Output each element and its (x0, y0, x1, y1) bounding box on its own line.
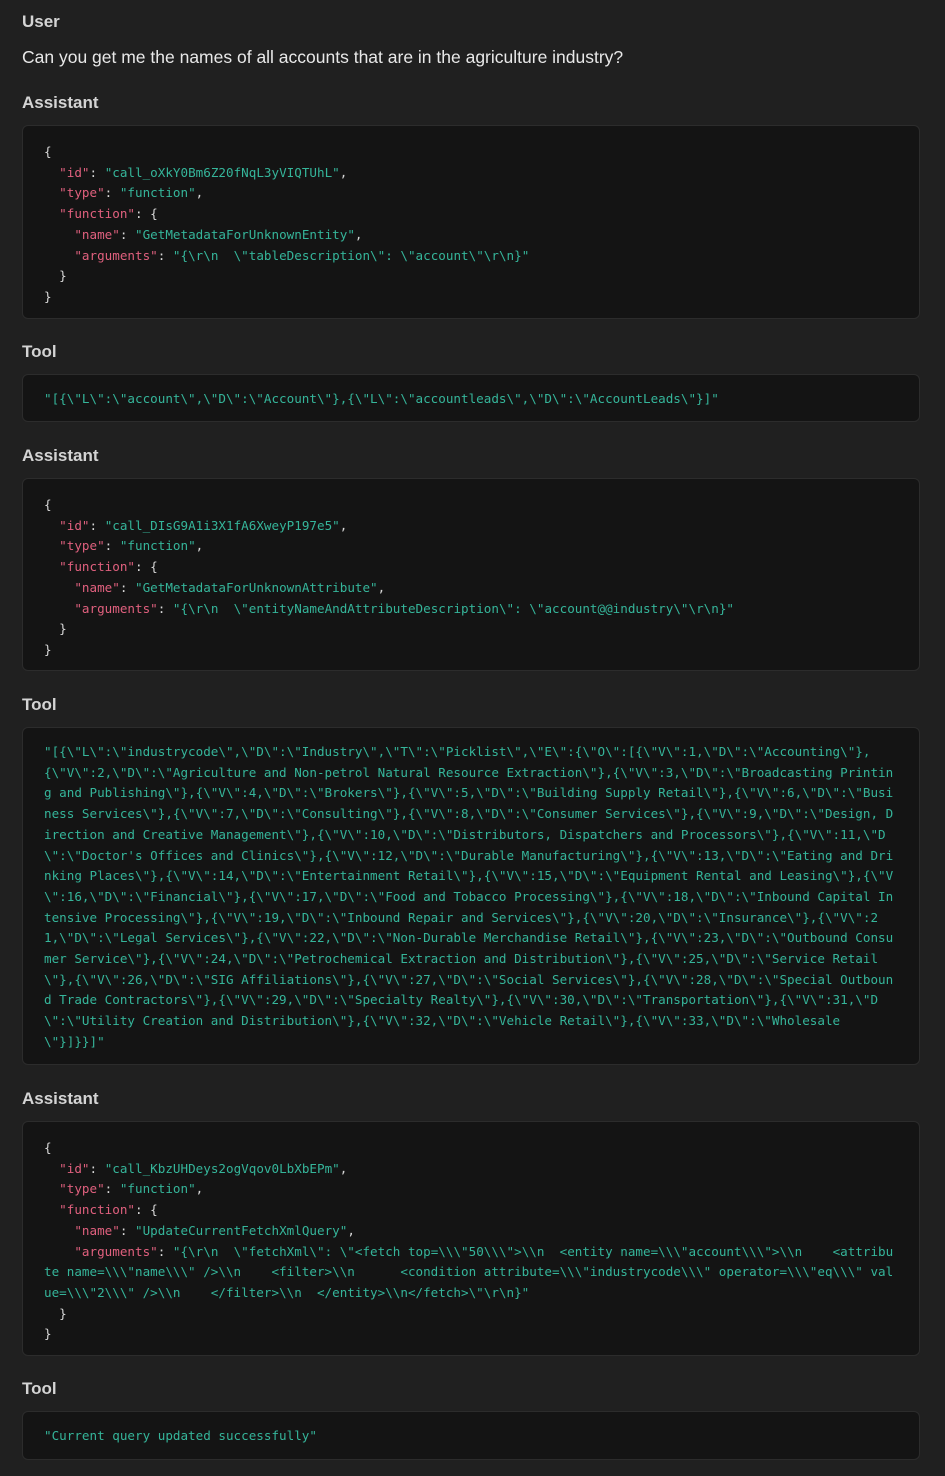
call-type: "function" (119, 185, 196, 201)
role-label-assistant: Assistant (22, 1089, 99, 1108)
tool-output: "[{\"L\":\"industrycode\",\"D\":\"Indust… (44, 744, 894, 1049)
json-key: "id" (59, 517, 90, 533)
function-arguments: "{\r\n \"entityNameAndAttributeDescripti… (172, 600, 734, 616)
tool-output-block: "[{\"L\":\"account\",\"D\":\"Account\"},… (22, 374, 920, 422)
json-key: "function" (59, 1202, 135, 1218)
role-label-assistant: Assistant (22, 446, 99, 465)
call-id: "call_oXkY0Bm6Z20fNqL3yVIQTUhL" (104, 164, 340, 180)
function-name: "UpdateCurrentFetchXmlQuery" (135, 1222, 348, 1238)
json-key: "arguments" (74, 1243, 158, 1259)
call-id: "call_KbzUHDeys2ogVqov0LbXbEPm" (104, 1160, 340, 1176)
function-call-block: { "id": "call_oXkY0Bm6Z20fNqL3yVIQTUhL",… (22, 125, 920, 319)
json-key: "type" (59, 538, 105, 554)
tool-output: "[{\"L\":\"account\",\"D\":\"Account\"},… (44, 391, 719, 406)
json-key: "arguments" (74, 600, 158, 616)
role-label-assistant: Assistant (22, 93, 99, 112)
function-call-json: { "id": "call_KbzUHDeys2ogVqov0LbXbEPm",… (44, 1140, 894, 1342)
tool-output-block: "Current query updated successfully" (22, 1411, 920, 1460)
json-key: "arguments" (74, 247, 158, 263)
function-name: "GetMetadataForUnknownEntity" (135, 226, 355, 242)
json-key: "name" (74, 1222, 120, 1238)
role-label-tool: Tool (22, 1379, 57, 1398)
function-call-block: { "id": "call_KbzUHDeys2ogVqov0LbXbEPm",… (22, 1121, 920, 1356)
json-key: "name" (74, 579, 120, 595)
call-type: "function" (119, 1181, 196, 1197)
function-call-json: { "id": "call_DIsG9A1i3X1fA6XweyP197e5",… (44, 497, 734, 657)
role-label-tool: Tool (22, 695, 57, 714)
role-label-tool: Tool (22, 342, 57, 361)
function-name: "GetMetadataForUnknownAttribute" (135, 579, 378, 595)
json-key: "type" (59, 185, 105, 201)
json-key: "id" (59, 164, 90, 180)
json-key: "type" (59, 1181, 105, 1197)
tool-output-block: "[{\"L\":\"industrycode\",\"D\":\"Indust… (22, 727, 920, 1065)
role-label-user: User (22, 12, 60, 31)
json-key: "name" (74, 226, 120, 242)
function-call-json: { "id": "call_oXkY0Bm6Z20fNqL3yVIQTUhL",… (44, 144, 530, 304)
call-type: "function" (119, 538, 196, 554)
json-key: "function" (59, 559, 135, 575)
function-arguments: "{\r\n \"tableDescription\": \"account\"… (172, 247, 530, 263)
json-key: "id" (59, 1160, 90, 1176)
tool-output: "Current query updated successfully" (44, 1428, 317, 1443)
json-key: "function" (59, 206, 135, 222)
user-message-text: Can you get me the names of all accounts… (22, 47, 624, 67)
function-call-block: { "id": "call_DIsG9A1i3X1fA6XweyP197e5",… (22, 478, 920, 671)
call-id: "call_DIsG9A1i3X1fA6XweyP197e5" (104, 517, 340, 533)
